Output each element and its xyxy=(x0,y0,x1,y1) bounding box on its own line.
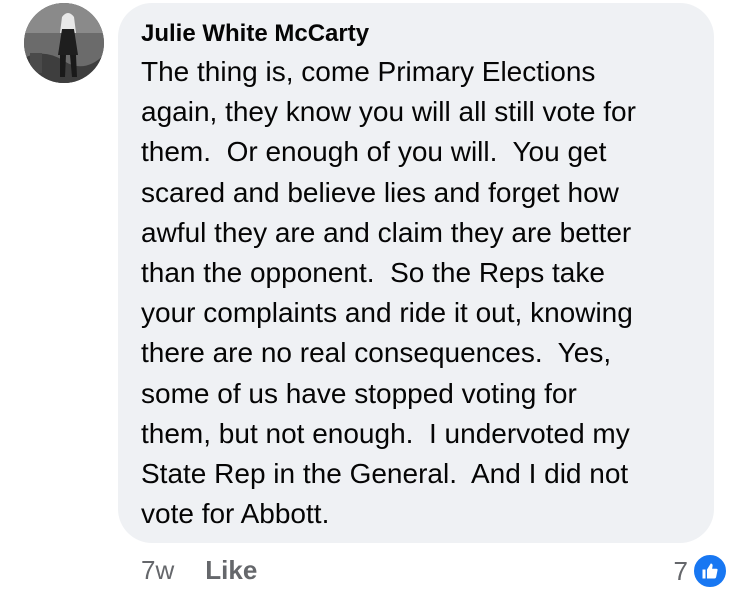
comment-text-line: State Rep in the General. And I did not xyxy=(141,458,629,490)
comment-text-line: some of us have stopped voting for xyxy=(141,377,577,409)
reaction-count: 7 xyxy=(673,556,688,586)
comment-timestamp[interactable]: 7w xyxy=(141,554,174,586)
comment-text-line: your complaints and ride it out, knowing xyxy=(141,297,633,329)
comment-text-line: them, but not enough. I undervoted my xyxy=(141,417,630,449)
comment-author[interactable]: Julie White McCarty xyxy=(141,20,694,48)
like-button[interactable]: Like xyxy=(205,554,257,586)
comment-bubble: Julie White McCarty The thing is, come P… xyxy=(118,3,714,543)
comment-text-line: there are no real consequences. Yes, xyxy=(141,337,612,369)
reaction-summary[interactable]: 7 xyxy=(674,553,728,589)
comment-text-line: The thing is, come Primary Elections xyxy=(141,56,596,87)
comment-text-line: scared and believe lies and forget how xyxy=(141,176,619,208)
thumbs-up-icon xyxy=(692,553,728,589)
comment-text-line: them. Or enough of you will. You get xyxy=(141,136,607,168)
comment-text: The thing is, come Primary Elections aga… xyxy=(141,52,694,534)
comment-text-line: vote for Abbott. xyxy=(141,498,330,530)
comment-text-line: again, they know you will all still vote… xyxy=(141,96,636,128)
comment-actions: 7w Like xyxy=(141,554,257,586)
avatar[interactable] xyxy=(24,3,104,83)
comment-text-line: awful they are and claim they are better xyxy=(141,216,632,248)
comment-text-line: than the opponent. So the Reps take xyxy=(141,257,605,289)
avatar-photo xyxy=(24,3,104,83)
